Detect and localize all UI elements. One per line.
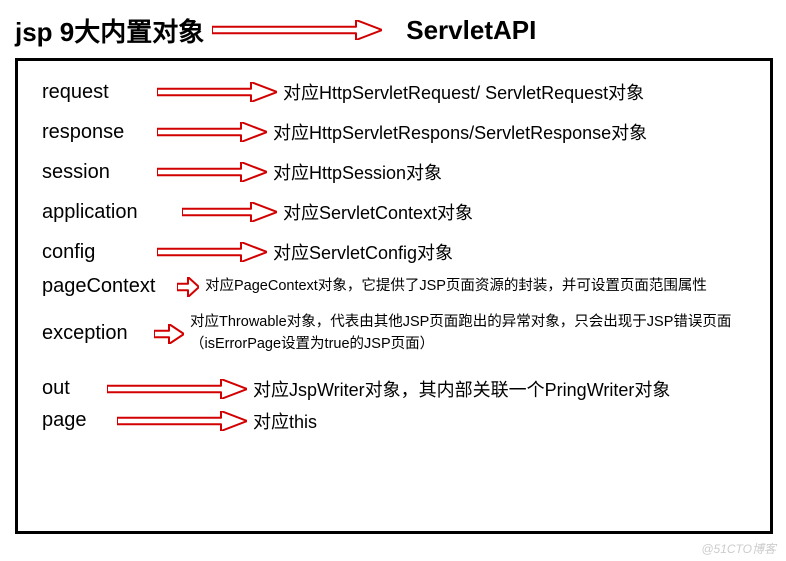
desc-config: 对应ServletConfig对象 <box>273 239 754 265</box>
label-out: out <box>42 377 107 400</box>
arrow-icon <box>177 277 199 297</box>
desc-page: 对应this <box>253 408 754 434</box>
label-session: session <box>42 161 157 184</box>
row-request: request 对应HttpServletRequest/ ServletReq… <box>42 79 754 105</box>
row-session: session 对应HttpSession对象 <box>42 159 754 185</box>
row-exception: exception 对应Throwable对象，代表由其他JSP页面跑出的异常对… <box>42 312 754 356</box>
title-line: jsp 9大内置对象 ServletAPI <box>15 10 773 50</box>
desc-application: 对应ServletContext对象 <box>283 199 754 225</box>
desc-response: 对应HttpServletRespons/ServletResponse对象 <box>273 119 754 145</box>
row-config: config 对应ServletConfig对象 <box>42 239 754 265</box>
label-application: application <box>42 201 182 224</box>
label-exception: exception <box>42 322 154 345</box>
desc-pagecontext: 对应PageContext对象，它提供了JSP页面资源的封装，并可设置页面范围属… <box>205 276 754 298</box>
row-out: out 对应JspWriter对象，其内部关联一个PringWriter对象 <box>42 376 754 402</box>
label-request: request <box>42 81 157 104</box>
arrow-icon <box>154 324 184 344</box>
arrow-icon <box>212 20 382 40</box>
label-pagecontext: pageContext <box>42 275 177 298</box>
arrow-icon <box>157 122 267 142</box>
arrow-icon <box>117 411 247 431</box>
desc-out: 对应JspWriter对象，其内部关联一个PringWriter对象 <box>253 376 754 402</box>
content-box: request 对应HttpServletRequest/ ServletReq… <box>15 58 773 534</box>
desc-exception: 对应Throwable对象，代表由其他JSP页面跑出的异常对象，只会出现于JSP… <box>190 312 754 356</box>
label-config: config <box>42 241 157 264</box>
arrow-icon <box>182 202 277 222</box>
arrow-icon <box>157 242 267 262</box>
title-left: jsp 9大内置对象 <box>15 12 204 49</box>
row-response: response 对应HttpServletRespons/ServletRes… <box>42 119 754 145</box>
row-page: page 对应this <box>42 408 754 434</box>
row-pagecontext: pageContext 对应PageContext对象，它提供了JSP页面资源的… <box>42 275 754 298</box>
title-right: ServletAPI <box>406 15 536 46</box>
desc-session: 对应HttpSession对象 <box>273 159 754 185</box>
arrow-icon <box>107 379 247 399</box>
label-response: response <box>42 121 157 144</box>
desc-request: 对应HttpServletRequest/ ServletRequest对象 <box>283 79 754 105</box>
label-page: page <box>42 409 117 432</box>
arrow-icon <box>157 82 277 102</box>
row-application: application 对应ServletContext对象 <box>42 199 754 225</box>
arrow-icon <box>157 162 267 182</box>
